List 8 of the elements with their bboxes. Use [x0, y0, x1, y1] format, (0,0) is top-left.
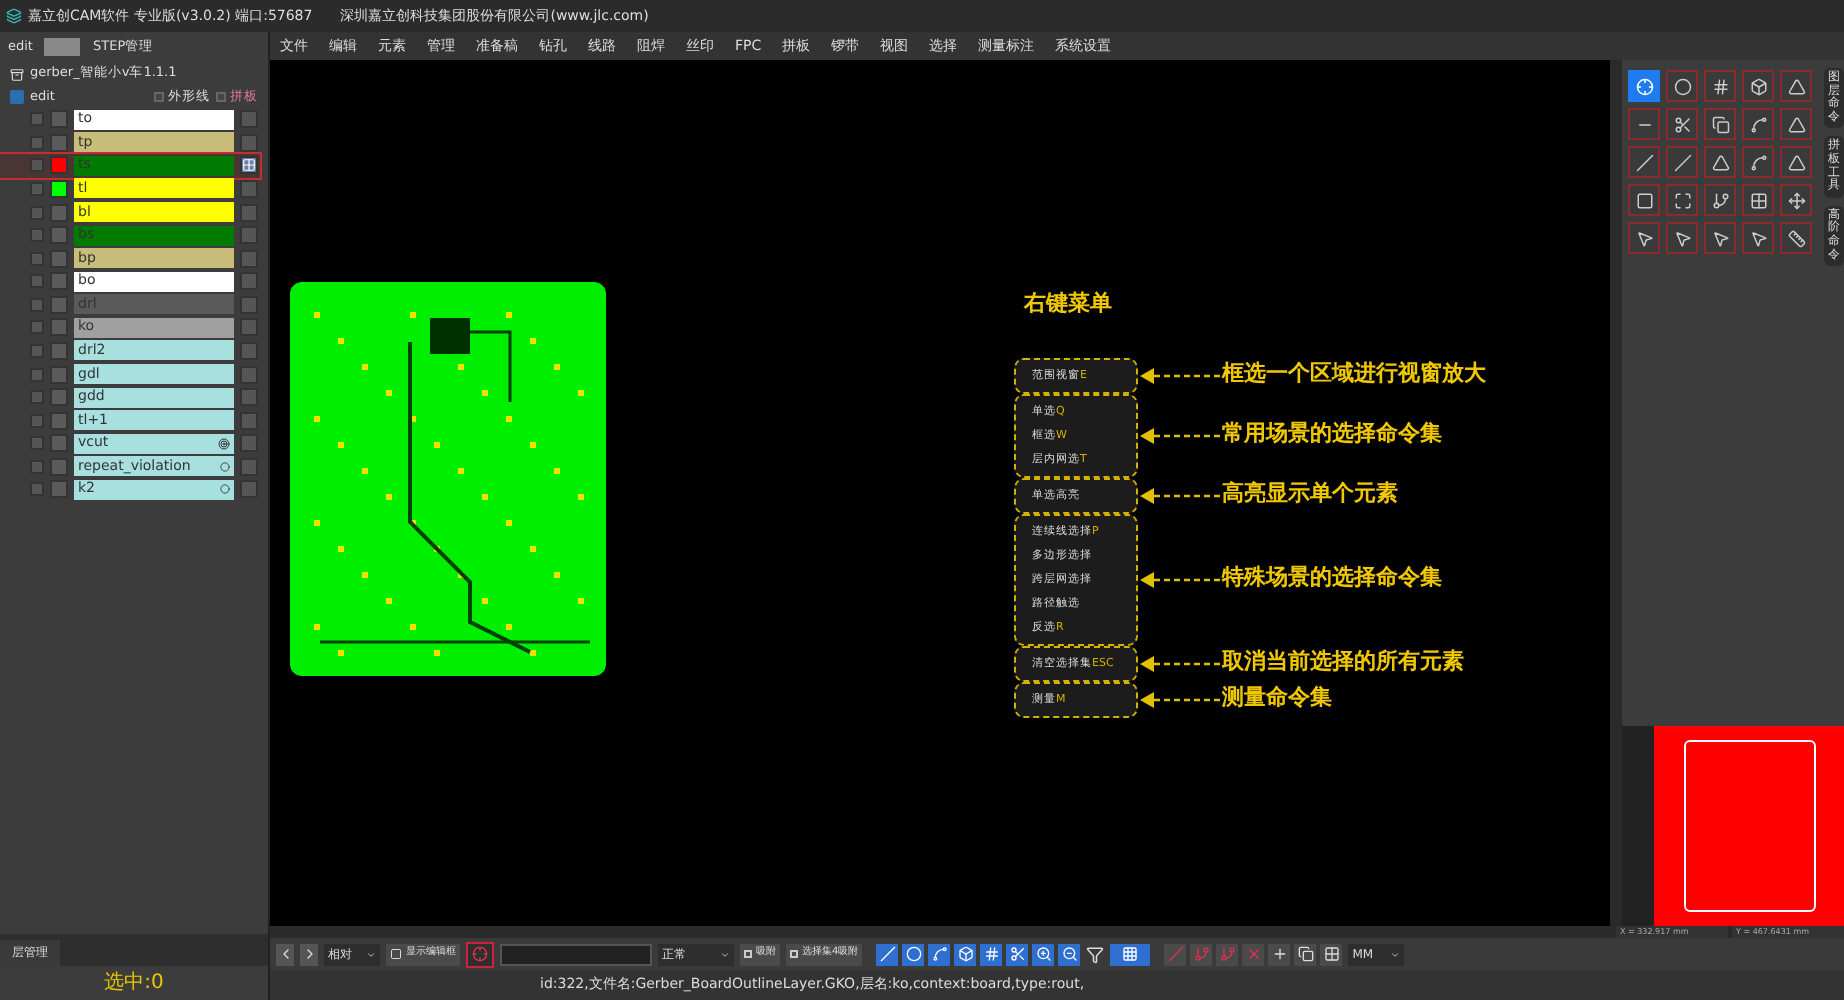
annotation-text: 特殊场景的选择命令集 — [1222, 562, 1442, 595]
annotation-text: 取消当前选择的所有元素 — [1222, 646, 1464, 679]
selection-count: 选中:0 — [104, 969, 164, 998]
annotation-text: 测量命令集 — [1222, 682, 1332, 715]
annotation-title: 右键菜单 — [1024, 288, 1114, 320]
annotation-text: 框选一个区域进行视窗放大 — [1222, 358, 1486, 391]
annotation-text: 高亮显示单个元素 — [1222, 478, 1398, 511]
annotation-text: 常用场景的选择命令集 — [1222, 418, 1442, 451]
